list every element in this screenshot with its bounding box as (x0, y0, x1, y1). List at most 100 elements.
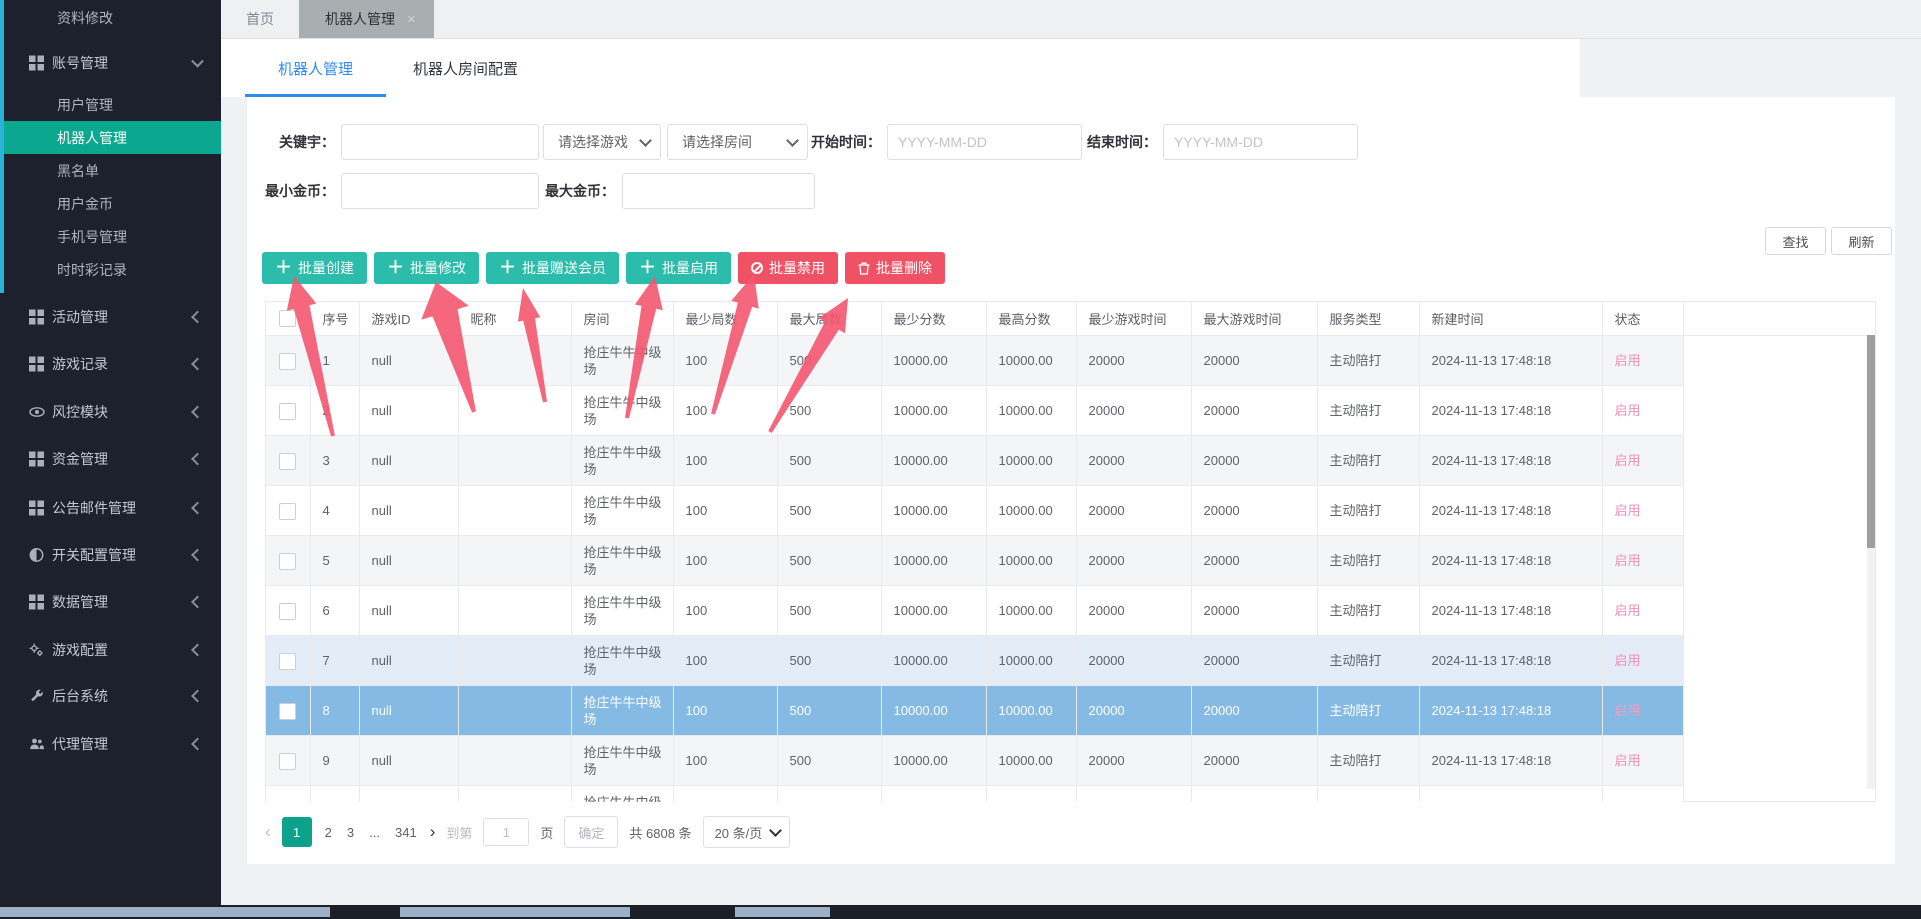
max-coin-input[interactable] (622, 173, 815, 209)
sidebar-item-6[interactable]: 时时彩记录 (0, 253, 221, 286)
sidebar-item-5[interactable]: 手机号管理 (0, 220, 221, 253)
row-checkbox[interactable] (279, 603, 296, 620)
next-page-button[interactable]: › (430, 822, 436, 842)
status-badge[interactable]: 启用 (1602, 686, 1683, 736)
batch-button-5[interactable]: 批量禁用 (738, 252, 838, 284)
sidebar-group-5[interactable]: 公告邮件管理 (0, 491, 221, 524)
row-checkbox[interactable] (279, 653, 296, 670)
sidebar-group-1[interactable]: 活动管理 (0, 300, 221, 333)
start-date-input[interactable] (887, 124, 1082, 160)
row-checkbox[interactable] (279, 753, 296, 770)
row-checkbox[interactable] (279, 553, 296, 570)
status-badge[interactable]: 启用 (1602, 736, 1683, 786)
sidebar-item-1[interactable]: 用户管理 (0, 88, 221, 121)
table-row[interactable]: 10null抢庄牛牛中级场10050010000.0010000.0020000… (266, 786, 1683, 803)
confirm-button[interactable]: 确定 (564, 816, 618, 848)
row-checkbox[interactable] (279, 353, 296, 370)
sidebar-group-2[interactable]: 游戏记录 (0, 347, 221, 380)
game-select[interactable]: 请选择游戏 (543, 124, 661, 160)
table-row[interactable]: 8null抢庄牛牛中级场10050010000.0010000.00200002… (266, 686, 1683, 736)
batch-button-6[interactable]: 批量删除 (845, 252, 945, 284)
min-coin-input[interactable] (341, 173, 539, 209)
status-badge[interactable]: 启用 (1602, 436, 1683, 486)
row-checkbox[interactable] (279, 503, 296, 520)
cell-min-game-time: 20000 (1076, 536, 1191, 586)
status-badge[interactable]: 启用 (1602, 486, 1683, 536)
horizontal-scrollbar-thumb[interactable] (735, 907, 830, 917)
sidebar-item-profile-edit[interactable]: 资料修改 (0, 1, 221, 34)
page-number[interactable]: 2 (323, 825, 334, 840)
status-badge[interactable]: 启用 (1602, 336, 1683, 386)
status-badge[interactable]: 启用 (1602, 586, 1683, 636)
status-badge[interactable]: 启用 (1602, 636, 1683, 686)
sidebar-group-8[interactable]: 游戏配置 (0, 633, 221, 666)
prev-page-button[interactable]: ‹ (265, 822, 271, 842)
column-header: 服务类型 (1317, 302, 1419, 336)
subtab-2[interactable]: 机器人房间配置 (413, 39, 518, 97)
table-row[interactable]: 4null抢庄牛牛中级场10050010000.0010000.00200002… (266, 486, 1683, 536)
horizontal-scrollbar-thumb[interactable] (400, 907, 630, 917)
status-badge[interactable]: 启用 (1602, 786, 1683, 803)
page-number[interactable]: 3 (345, 825, 356, 840)
room-select[interactable]: 请选择房间 (667, 124, 808, 160)
start-time-label: 开始时间： (807, 124, 881, 160)
cell-created-at: 2024-11-13 17:48:18 (1419, 686, 1602, 736)
select-all-checkbox[interactable] (279, 310, 296, 327)
sidebar-group-3[interactable]: 风控模块 (0, 395, 221, 428)
sidebar-item-2[interactable]: 机器人管理 (0, 121, 221, 154)
sidebar-group-account-mgmt[interactable]: 账号管理 (0, 46, 221, 79)
horizontal-scrollbar[interactable] (0, 905, 1921, 919)
sidebar-group-4[interactable]: 资金管理 (0, 442, 221, 475)
cell-created-at: 2024-11-13 17:48:18 (1419, 336, 1602, 386)
keyword-input[interactable] (341, 124, 539, 160)
batch-button-3[interactable]: ＋批量赠送会员 (486, 252, 619, 284)
batch-button-1[interactable]: ＋批量创建 (262, 252, 367, 284)
table-row[interactable]: 1null抢庄牛牛中级场10050010000.0010000.00200002… (266, 336, 1683, 386)
table-row[interactable]: 7null抢庄牛牛中级场10050010000.0010000.00200002… (266, 636, 1683, 686)
cell-min-game-time: 20000 (1076, 586, 1191, 636)
table-row[interactable]: 6null抢庄牛牛中级场10050010000.0010000.00200002… (266, 586, 1683, 636)
page-number[interactable]: 341 (393, 825, 419, 840)
page-number[interactable]: ... (367, 825, 382, 840)
subtab-1[interactable]: 机器人管理 (245, 39, 386, 97)
close-icon[interactable]: × (407, 11, 416, 28)
table-row[interactable]: 5null抢庄牛牛中级场10050010000.0010000.00200002… (266, 536, 1683, 586)
cell-min-game-time: 20000 (1076, 786, 1191, 803)
cell-room: 抢庄牛牛中级场 (571, 736, 673, 786)
content-card: 关键宇： 请选择游戏 请选择房间 开始时间： 结束时间： 最小金币： 最大金币：… (247, 97, 1895, 864)
page-size-select[interactable]: 20 条/页 (703, 816, 791, 848)
top-tab-label: 首页 (246, 9, 274, 29)
goto-page-input[interactable] (483, 818, 529, 846)
sidebar-group-6[interactable]: 开关配置管理 (0, 538, 221, 571)
cell-game-id: null (359, 486, 458, 536)
sidebar-group-10[interactable]: 代理管理 (0, 727, 221, 760)
row-checkbox[interactable] (279, 453, 296, 470)
row-checkbox[interactable] (279, 703, 296, 720)
status-badge[interactable]: 启用 (1602, 386, 1683, 436)
refresh-button[interactable]: 刷新 (1831, 227, 1892, 255)
sidebar-group-9[interactable]: 后台系统 (0, 679, 221, 712)
table-row[interactable]: 3null抢庄牛牛中级场10050010000.0010000.00200002… (266, 436, 1683, 486)
batch-button-2[interactable]: ＋批量修改 (374, 252, 479, 284)
column-header: 新建时间 (1419, 302, 1602, 336)
cell-seq: 9 (310, 736, 359, 786)
robot-table-wrapper[interactable]: 序号游戏ID昵称房间最少局数最大局数最少分数最高分数最少游戏时间最大游戏时间服务… (265, 301, 1683, 802)
horizontal-scrollbar-thumb[interactable] (0, 907, 330, 917)
sidebar-item-4[interactable]: 用户金币 (0, 187, 221, 220)
page-number-active[interactable]: 1 (282, 817, 312, 847)
table-row[interactable]: 9null抢庄牛牛中级场10050010000.0010000.00200002… (266, 736, 1683, 786)
vertical-scrollbar-track[interactable] (1867, 335, 1875, 789)
status-badge[interactable]: 启用 (1602, 536, 1683, 586)
search-button[interactable]: 查找 (1765, 227, 1826, 255)
row-checkbox[interactable] (279, 403, 296, 420)
sidebar-item-3[interactable]: 黑名单 (0, 154, 221, 187)
top-tab-2[interactable]: 机器人管理× (299, 0, 434, 38)
table-row[interactable]: 2null抢庄牛牛中级场10050010000.0010000.00200002… (266, 386, 1683, 436)
end-date-input[interactable] (1163, 124, 1358, 160)
keyword-label: 关键宇： (267, 124, 335, 160)
cell-created-at: 2024-11-13 17:48:18 (1419, 636, 1602, 686)
top-tab-1[interactable]: 首页 (221, 0, 299, 38)
vertical-scrollbar-thumb[interactable] (1867, 335, 1875, 548)
batch-button-4[interactable]: ＋批量启用 (626, 252, 731, 284)
sidebar-group-7[interactable]: 数据管理 (0, 585, 221, 618)
